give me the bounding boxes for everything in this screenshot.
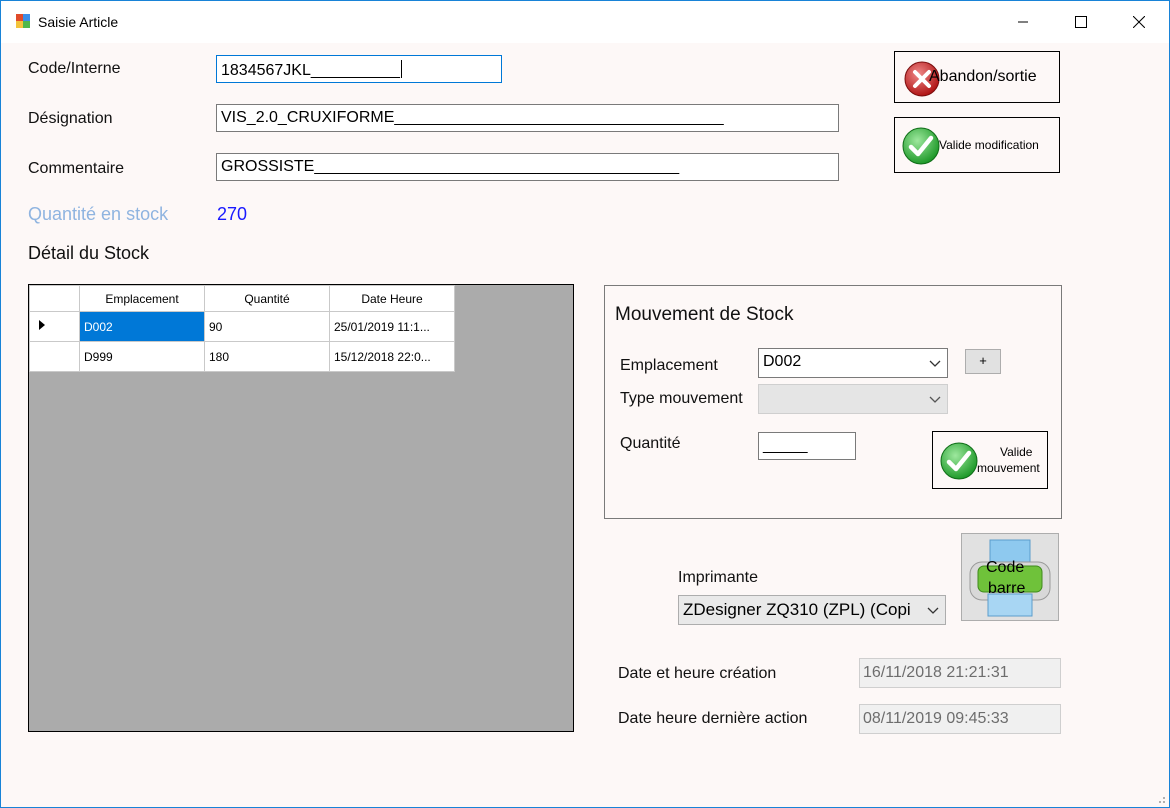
maximize-button[interactable] [1052,1,1110,43]
printer-value: ZDesigner ZQ310 (ZPL) (Copi [683,600,911,619]
movement-type-select[interactable] [758,384,948,414]
stock-table: Emplacement Quantité Date Heure D002 90 … [29,285,455,372]
cell-datetime[interactable]: 15/12/2018 22:0... [329,341,455,372]
print-barcode-button[interactable]: Code barre [961,533,1059,621]
movement-type-label: Type mouvement [620,390,743,407]
row-header-corner [29,285,80,312]
chevron-down-icon [927,607,939,614]
movement-location-label: Emplacement [620,357,718,374]
abandon-button[interactable]: Abandon/sortie [894,51,1060,103]
validate-movement-label-line1: Valide [1000,445,1033,459]
article-window: Saisie Article Code/Interne 1834567JKL__… [0,0,1170,808]
checkmark-icon [902,127,940,165]
chevron-down-icon [929,360,941,367]
code-value: 1834567JKL__________ [221,62,400,79]
validate-edit-label: Valide modification [939,138,1039,152]
barcode-label-line2: barre [988,580,1026,597]
movement-location-value: D002 [763,353,802,370]
title-bar: Saisie Article [1,1,1169,43]
created-date-field: 16/11/2018 21:21:31 [859,658,1061,688]
designation-value: VIS_2.0_CRUXIFORME______________________… [221,109,724,126]
table-row[interactable]: D002 90 25/01/2019 11:1... [29,311,455,342]
last-action-label: Date heure dernière action [618,710,808,727]
last-action-field: 08/11/2019 09:45:33 [859,704,1061,734]
comment-value: GROSSISTE_______________________________… [221,158,680,175]
designation-label: Désignation [28,110,113,127]
app-icon [16,14,30,28]
minimize-button[interactable] [994,1,1052,43]
abandon-label: Abandon/sortie [929,68,1037,85]
movement-qty-label: Quantité [620,435,681,452]
close-button[interactable] [1110,1,1168,43]
checkmark-icon [940,442,978,480]
printer-icon [969,539,1051,617]
validate-edit-button[interactable]: Valide modification [894,117,1060,173]
cell-quantity[interactable]: 180 [204,341,330,372]
text-caret [400,60,402,78]
stock-qty-label: Quantité en stock [28,204,169,224]
barcode-label-line1: Code [986,559,1025,576]
stock-grid[interactable]: Emplacement Quantité Date Heure D002 90 … [28,284,574,732]
created-date-value: 16/11/2018 21:21:31 [863,664,1009,681]
resize-grip-icon[interactable] [1154,792,1166,804]
designation-input[interactable]: VIS_2.0_CRUXIFORME______________________… [216,104,839,132]
column-header-location[interactable]: Emplacement [79,285,205,312]
code-input[interactable]: 1834567JKL__________ [216,55,502,83]
stock-qty-value: 270 [217,204,248,224]
movement-qty-value: _____ [763,437,808,454]
comment-input[interactable]: GROSSISTE_______________________________… [216,153,839,181]
table-header-row: Emplacement Quantité Date Heure [29,285,455,312]
minimize-icon [1018,21,1028,23]
printer-label: Imprimante [678,569,759,586]
movement-qty-input[interactable]: _____ [758,432,856,460]
chevron-down-icon [929,396,941,403]
close-icon [1133,16,1145,28]
current-row-arrow-icon [39,320,45,330]
cell-datetime[interactable]: 25/01/2019 11:1... [329,311,455,342]
stock-detail-title: Détail du Stock [28,243,150,263]
validate-movement-button[interactable]: Valide mouvement [932,431,1048,489]
cell-location[interactable]: D002 [79,311,205,342]
column-header-quantity[interactable]: Quantité [204,285,330,312]
row-header[interactable] [29,341,80,372]
table-row[interactable]: D999 180 15/12/2018 22:0... [29,341,455,372]
movement-location-select[interactable]: D002 [758,348,948,378]
add-location-button[interactable]: + [965,349,1001,374]
last-action-value: 08/11/2019 09:45:33 [863,710,1009,727]
code-label: Code/Interne [28,60,121,77]
comment-label: Commentaire [28,160,125,177]
window-title: Saisie Article [38,14,119,30]
created-date-label: Date et heure création [618,665,777,682]
printer-select[interactable]: ZDesigner ZQ310 (ZPL) (Copi [678,595,946,625]
cell-location[interactable]: D999 [79,341,205,372]
cell-quantity[interactable]: 90 [204,311,330,342]
row-header-current[interactable] [29,311,80,342]
column-header-datetime[interactable]: Date Heure [329,285,455,312]
validate-movement-label-line2: mouvement [977,461,1040,475]
movement-group-title: Mouvement de Stock [615,304,794,325]
maximize-icon [1075,16,1087,28]
